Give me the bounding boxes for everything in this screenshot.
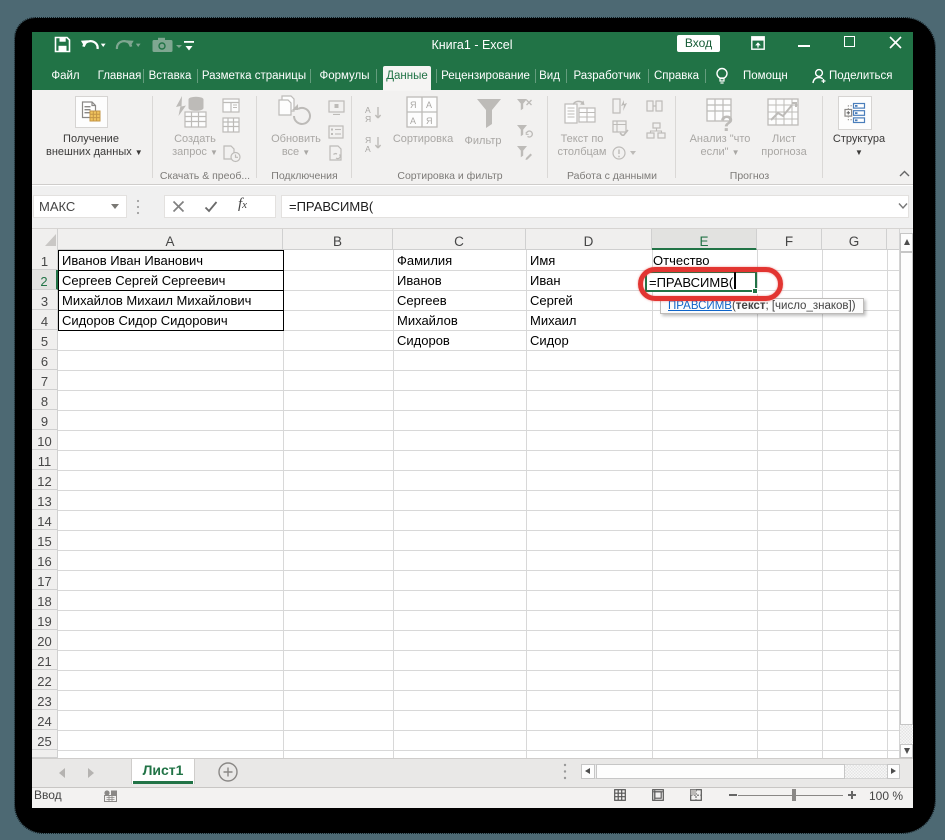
svg-text:А: А xyxy=(426,100,432,110)
svg-text:А: А xyxy=(410,116,416,126)
svg-text:?: ? xyxy=(720,111,733,133)
svg-text:А: А xyxy=(365,144,371,153)
svg-text:Я: Я xyxy=(410,100,417,110)
svg-text:Я: Я xyxy=(426,116,433,126)
svg-text:Я: Я xyxy=(365,114,371,123)
